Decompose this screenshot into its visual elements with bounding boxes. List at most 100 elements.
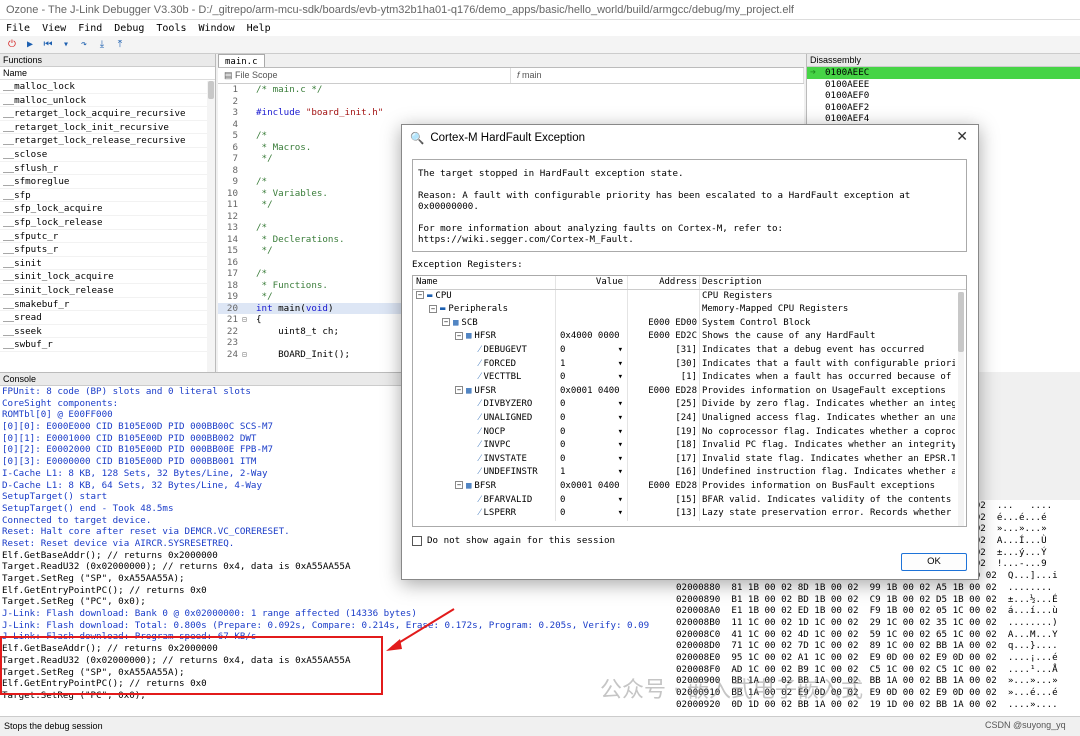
register-value[interactable]: 0 [560,439,565,453]
fold-gutter[interactable] [242,222,256,234]
register-row[interactable]: ⁄ LSPERR 0 ▾ [13] Lazy state preservation err… [413,507,966,521]
register-row[interactable]: ⁄ UNALIGNED 0 ▾ [24] Unaligned access flag. I… [413,411,966,426]
chevron-down-icon[interactable]: ▾ [618,466,623,480]
col-description[interactable]: Description [700,276,955,289]
register-value[interactable]: 0x0001 0400 [560,480,620,494]
register-value[interactable]: 1 [560,466,565,480]
reset-icon[interactable]: ⏮ [42,39,54,51]
registers-scrollbar[interactable] [958,292,964,526]
register-row[interactable]: ⁄ INVPC 0 ▾ [18] Invalid PC flag. Indicates w… [413,439,966,453]
power-icon[interactable]: ⏻ [6,39,18,51]
fold-gutter[interactable] [242,268,256,280]
fold-gutter[interactable] [242,119,256,131]
code-line[interactable]: 2 [218,96,804,108]
register-row[interactable]: ⁄ NOCP 0 ▾ [19] No coprocessor flag. Indicate… [413,425,966,440]
menu-window[interactable]: Window [193,23,241,34]
register-row[interactable]: ⁄ UNDEFINSTR 1 ▾ [16] Undefined instruction f… [413,466,966,480]
register-value[interactable]: 1 [560,358,565,372]
tab-main-c[interactable]: main.c [218,54,265,67]
fold-gutter[interactable] [242,153,256,165]
register-value[interactable]: 0 [560,344,565,358]
menu-file[interactable]: File [0,23,36,34]
menu-debug[interactable]: Debug [108,23,150,34]
register-row[interactable]: ⁄ FORCED 1 ▾ [30] Indicates that a fault with… [413,357,966,372]
collapse-icon[interactable]: − [429,304,437,313]
register-value[interactable]: 0 [560,371,565,385]
checkbox-box[interactable] [412,535,422,546]
fold-gutter[interactable] [242,107,256,119]
menu-find[interactable]: Find [72,23,108,34]
code-line[interactable]: 1 /* main.c */ [218,84,804,96]
chevron-down-icon[interactable]: ▾ [618,453,623,467]
disassembly-line[interactable]: 0100AEEC [807,67,1080,79]
chevron-down-icon[interactable]: ▾ [618,412,623,426]
dont-show-checkbox[interactable]: Do not show again for this session [412,535,615,546]
register-value[interactable]: 0 [560,507,565,521]
close-icon[interactable]: ✕ [956,129,968,145]
disassembly-line[interactable]: 0100AEF2 [807,102,1080,114]
register-row[interactable]: − ▦ BFSR 0x0001 0400 E000 ED28 Provides infor… [413,479,966,494]
function-item[interactable]: __sinit_lock_acquire [0,270,215,284]
file-scope-selector[interactable]: ▤ File Scope [218,68,511,83]
step-over-icon[interactable]: ↷ [78,39,90,51]
fold-gutter[interactable] [242,291,256,303]
chevron-down-icon[interactable]: ▾ [618,398,623,412]
menu-view[interactable]: View [36,23,72,34]
function-item[interactable]: __malloc_lock [0,80,215,94]
fold-gutter[interactable] [242,130,256,142]
function-item[interactable]: __sfputs_r [0,243,215,257]
register-row[interactable]: ⁄ INVSTATE 0 ▾ [17] Invalid state flag. Indic… [413,452,966,467]
fold-gutter[interactable] [242,337,256,349]
fold-gutter[interactable] [242,303,256,315]
chevron-down-icon[interactable]: ▾ [618,439,623,453]
fold-gutter[interactable] [242,211,256,223]
fold-gutter[interactable] [242,176,256,188]
function-item[interactable]: __sfp [0,189,215,203]
disassembly-line[interactable]: 0100AEF0 [807,90,1080,102]
code-line[interactable]: 3 #include "board_init.h" [218,107,804,119]
col-address[interactable]: Address [628,276,700,289]
dropdown-icon[interactable]: ▾ [60,39,72,51]
function-item[interactable]: __sseek [0,325,215,339]
chevron-down-icon[interactable]: ▾ [618,371,623,385]
fold-gutter[interactable] [242,280,256,292]
function-item[interactable]: __sfmoreglue [0,175,215,189]
col-value[interactable]: Value [556,276,628,289]
collapse-icon[interactable]: − [416,291,424,300]
chevron-down-icon[interactable]: ▾ [618,507,623,521]
fold-gutter[interactable]: ⊟ [242,349,256,361]
fold-gutter[interactable] [242,234,256,246]
collapse-icon[interactable]: − [455,331,463,340]
fold-gutter[interactable] [242,96,256,108]
col-name[interactable]: Name [413,276,556,289]
fold-gutter[interactable] [242,257,256,269]
fold-gutter[interactable]: ⊟ [242,314,256,326]
register-row[interactable]: − ▬ Peripherals Memory-Mapped CPU Registers [413,303,966,317]
register-value[interactable]: 0 [560,426,565,440]
register-row[interactable]: − ▦ UFSR 0x0001 0400 E000 ED28 Provides infor… [413,384,966,399]
register-row[interactable]: ⁄ BFARVALID 0 ▾ [15] BFAR valid. Indicates va… [413,493,966,508]
function-item[interactable]: __malloc_unlock [0,94,215,108]
register-value[interactable]: 0 [560,398,565,412]
functions-column-name[interactable]: Name [0,67,215,80]
step-out-icon[interactable]: ⤒ [114,39,126,51]
function-item[interactable]: __sclose [0,148,215,162]
collapse-icon[interactable]: − [442,318,450,327]
function-item[interactable]: __swbuf_r [0,338,215,352]
function-item[interactable]: __retarget_lock_init_recursive [0,121,215,135]
collapse-icon[interactable]: − [455,481,463,490]
chevron-down-icon[interactable]: ▾ [618,358,623,372]
register-row[interactable]: − ▦ SCB E000 ED00 System Control Block [413,316,966,331]
fold-gutter[interactable] [242,326,256,338]
function-item[interactable]: __sinit [0,257,215,271]
function-scope-selector[interactable]: f main [511,68,804,83]
function-item[interactable]: __sfp_lock_release [0,216,215,230]
register-row[interactable]: − ▦ HFSR 0x4000 0000 E000 ED2C Shows the caus… [413,330,966,344]
register-value[interactable]: 0x4000 0000 [560,330,620,344]
register-value[interactable]: 0x0001 0400 [560,385,620,399]
function-item[interactable]: __smakebuf_r [0,298,215,312]
register-value[interactable]: 0 [560,412,565,426]
fold-gutter[interactable] [242,188,256,200]
fold-gutter[interactable] [242,165,256,177]
message-link[interactable]: https://wiki.segger.com/Cortex-M_Fault. [418,234,961,245]
